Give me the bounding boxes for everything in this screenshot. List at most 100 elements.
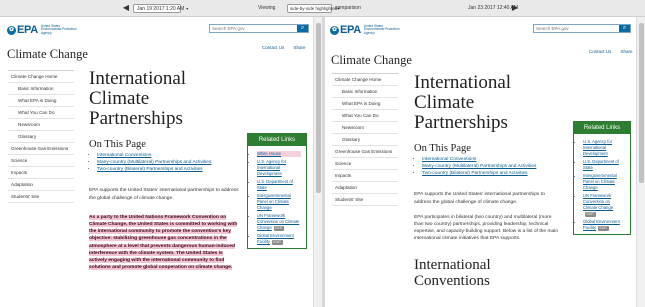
site-title[interactable]: Climate Change bbox=[331, 53, 412, 68]
logo-text: EPA bbox=[340, 24, 361, 36]
related-link-label: Intergovernmental Panel on Climate Chang… bbox=[583, 173, 617, 190]
sidebar-item-what-epa-is-doing[interactable]: What EPA is Doing bbox=[332, 98, 398, 110]
related-link[interactable]: Intergovernmental Panel on Climate Chang… bbox=[257, 193, 301, 211]
sidebar-item-adaptation[interactable]: Adaptation bbox=[332, 182, 398, 194]
related-link[interactable]: White House bbox=[257, 151, 301, 157]
comparison-toolbar: ◀ Jan 19 2017 1:20 AM ▾ Viewing side-by-s… bbox=[0, 0, 645, 17]
top-links: Contact Us Share bbox=[254, 45, 306, 50]
left-scrollbar[interactable] bbox=[313, 17, 322, 307]
search-box: Search EPA.gov ⌕ bbox=[533, 24, 631, 33]
sidebar-item-what-you-can-do[interactable]: What You Can Do bbox=[332, 110, 398, 122]
sidebar-item-basic-info[interactable]: Basic Information bbox=[332, 86, 398, 98]
sidebar-nav: Climate Change Home Basic Information Wh… bbox=[332, 73, 398, 206]
sidebar-nav: Climate Change Home Basic Information Wh… bbox=[8, 70, 74, 203]
removed-highlight: As a party to the United Nations Framewo… bbox=[89, 214, 238, 271]
exit-badge: EXIT bbox=[598, 226, 609, 231]
intro-paragraph: EPA supports the United States' internat… bbox=[89, 188, 239, 201]
related-links-title: Related Links bbox=[574, 122, 630, 134]
sidebar-item-impacts[interactable]: Impacts bbox=[8, 167, 74, 179]
search-icon[interactable]: ⌕ bbox=[297, 25, 308, 32]
chevron-down-icon: ▾ bbox=[186, 6, 189, 11]
comparison-label: comparison bbox=[335, 5, 361, 11]
on-this-page-heading: On This Page bbox=[89, 139, 146, 150]
sidebar-item-basic-info[interactable]: Basic Information bbox=[8, 83, 74, 95]
related-link-label: UN Framework Convention on Climate Chang… bbox=[583, 193, 614, 210]
related-link[interactable]: U.S. Agency for International Developmen… bbox=[257, 159, 301, 177]
exit-badge: EXIT bbox=[585, 212, 596, 217]
logo-subtitle: United States Environmental Protection A… bbox=[40, 23, 77, 35]
epa-flower-icon: ✿ bbox=[330, 25, 339, 35]
on-this-page-heading: On This Page bbox=[414, 143, 471, 154]
contact-us-link[interactable]: Contact Us bbox=[589, 49, 611, 54]
epa-flower-icon: ✿ bbox=[7, 25, 16, 35]
related-link-label: White House bbox=[257, 151, 281, 156]
site-title[interactable]: Climate Change bbox=[7, 47, 88, 62]
related-link-label: U.S. Department of State bbox=[583, 159, 619, 170]
sidebar-item-what-you-can-do[interactable]: What You Can Do bbox=[8, 107, 74, 119]
related-link[interactable]: Global Environment FacilityEXIT bbox=[257, 233, 301, 245]
related-link[interactable]: UN Framework Convention on Climate Chang… bbox=[583, 193, 625, 217]
sidebar-item-adaptation[interactable]: Adaptation bbox=[8, 179, 74, 191]
arrow-left-icon[interactable]: ◀ bbox=[121, 3, 131, 13]
toc-link-conventions[interactable]: International Conventions bbox=[97, 153, 239, 160]
search-input[interactable]: Search EPA.gov bbox=[534, 25, 619, 32]
right-snapshot-pane: ✿ EPA United States Environmental Protec… bbox=[325, 17, 636, 307]
exit-badge: EXIT bbox=[272, 240, 283, 245]
sidebar-item-glossary[interactable]: Glossary bbox=[332, 134, 398, 146]
arrow-right-icon[interactable]: ▶ bbox=[510, 3, 520, 13]
related-link[interactable]: U.S. Agency for International Developmen… bbox=[583, 139, 625, 157]
left-date-select[interactable]: Jan 19 2017 1:20 AM ▾ bbox=[133, 4, 188, 13]
related-link[interactable]: U.S. Department of State bbox=[583, 159, 625, 171]
sidebar-item-impacts[interactable]: Impacts bbox=[332, 170, 398, 182]
view-mode-select[interactable]: side-by-side highlighted▾ bbox=[287, 4, 340, 13]
top-links: Contact Us Share bbox=[581, 49, 633, 54]
sidebar-item-home[interactable]: Climate Change Home bbox=[332, 73, 398, 86]
related-link-label: U.S. Agency for International Developmen… bbox=[583, 139, 613, 156]
contact-us-link[interactable]: Contact Us bbox=[262, 45, 284, 50]
sidebar-item-newsroom[interactable]: Newsroom bbox=[8, 119, 74, 131]
related-link[interactable]: Intergovernmental Panel on Climate Chang… bbox=[583, 173, 625, 191]
related-link-label: U.S. Agency for International Developmen… bbox=[257, 159, 287, 176]
sidebar-item-science[interactable]: Science bbox=[8, 155, 74, 167]
sidebar-item-newsroom[interactable]: Newsroom bbox=[332, 122, 398, 134]
toc-link-bilateral[interactable]: Two-country (Bilateral) Partnerships and… bbox=[97, 167, 239, 174]
sidebar-item-glossary[interactable]: Glossary bbox=[8, 131, 74, 143]
page-title: International Climate Partnerships bbox=[89, 68, 187, 129]
logo-text: EPA bbox=[17, 24, 38, 36]
epa-logo[interactable]: ✿ EPA United States Environmental Protec… bbox=[7, 24, 79, 36]
toc-list: International Conventions Many-country (… bbox=[97, 153, 239, 173]
sidebar-item-what-epa-is-doing[interactable]: What EPA is Doing bbox=[8, 95, 74, 107]
toc-link-conventions[interactable]: International Conventions bbox=[422, 157, 559, 164]
related-link-label: U.S. Department of State bbox=[257, 179, 293, 190]
sidebar-item-ghg-emissions[interactable]: Greenhouse Gas Emissions bbox=[332, 146, 398, 158]
viewing-label: Viewing bbox=[258, 5, 276, 11]
participation-paragraph: EPA participates in bilateral (two count… bbox=[414, 214, 559, 242]
left-scroll-thumb[interactable] bbox=[316, 23, 321, 193]
toc-link-multilateral[interactable]: Many-country (Multilateral) Partnerships… bbox=[97, 160, 239, 167]
related-link[interactable]: Global Environment FacilityEXIT bbox=[583, 219, 625, 231]
sidebar-item-home[interactable]: Climate Change Home bbox=[8, 70, 74, 83]
related-link[interactable]: UN Framework Convention on Climate Chang… bbox=[257, 213, 301, 231]
sidebar-item-science[interactable]: Science bbox=[332, 158, 398, 170]
page-title: International Climate Partnerships bbox=[414, 72, 512, 133]
main-content: International Climate Partnerships On Th… bbox=[414, 73, 559, 289]
epa-logo[interactable]: ✿ EPA United States Environmental Protec… bbox=[330, 24, 402, 36]
sidebar-item-ghg-emissions[interactable]: Greenhouse Gas Emissions bbox=[8, 143, 74, 155]
sidebar-item-students-site[interactable]: Students' Site bbox=[8, 191, 74, 203]
related-links-box: Related Links White House U.S. Agency for… bbox=[247, 133, 307, 249]
toc-link-multilateral[interactable]: Many-country (Multilateral) Partnerships… bbox=[422, 164, 559, 171]
toc-list: International Conventions Many-country (… bbox=[422, 157, 559, 177]
search-icon[interactable]: ⌕ bbox=[619, 25, 630, 32]
related-link[interactable]: U.S. Department of State bbox=[257, 179, 301, 191]
related-links-list: U.S. Agency for International Developmen… bbox=[583, 139, 625, 231]
main-content: International Climate Partnerships On Th… bbox=[89, 69, 239, 271]
right-scrollbar[interactable] bbox=[636, 17, 645, 307]
share-link[interactable]: Share bbox=[294, 45, 306, 50]
sidebar-item-students-site[interactable]: Students' Site bbox=[332, 194, 398, 206]
share-link[interactable]: Share bbox=[621, 49, 633, 54]
search-input[interactable]: Search EPA.gov bbox=[210, 25, 297, 32]
right-scroll-thumb[interactable] bbox=[639, 23, 644, 183]
left-snapshot-pane: ✿ EPA United States Environmental Protec… bbox=[0, 17, 313, 307]
toc-link-bilateral[interactable]: Two-country (Bilateral) Partnerships and… bbox=[422, 171, 559, 178]
left-date-value: Jan 19 2017 1:20 AM bbox=[137, 6, 185, 12]
